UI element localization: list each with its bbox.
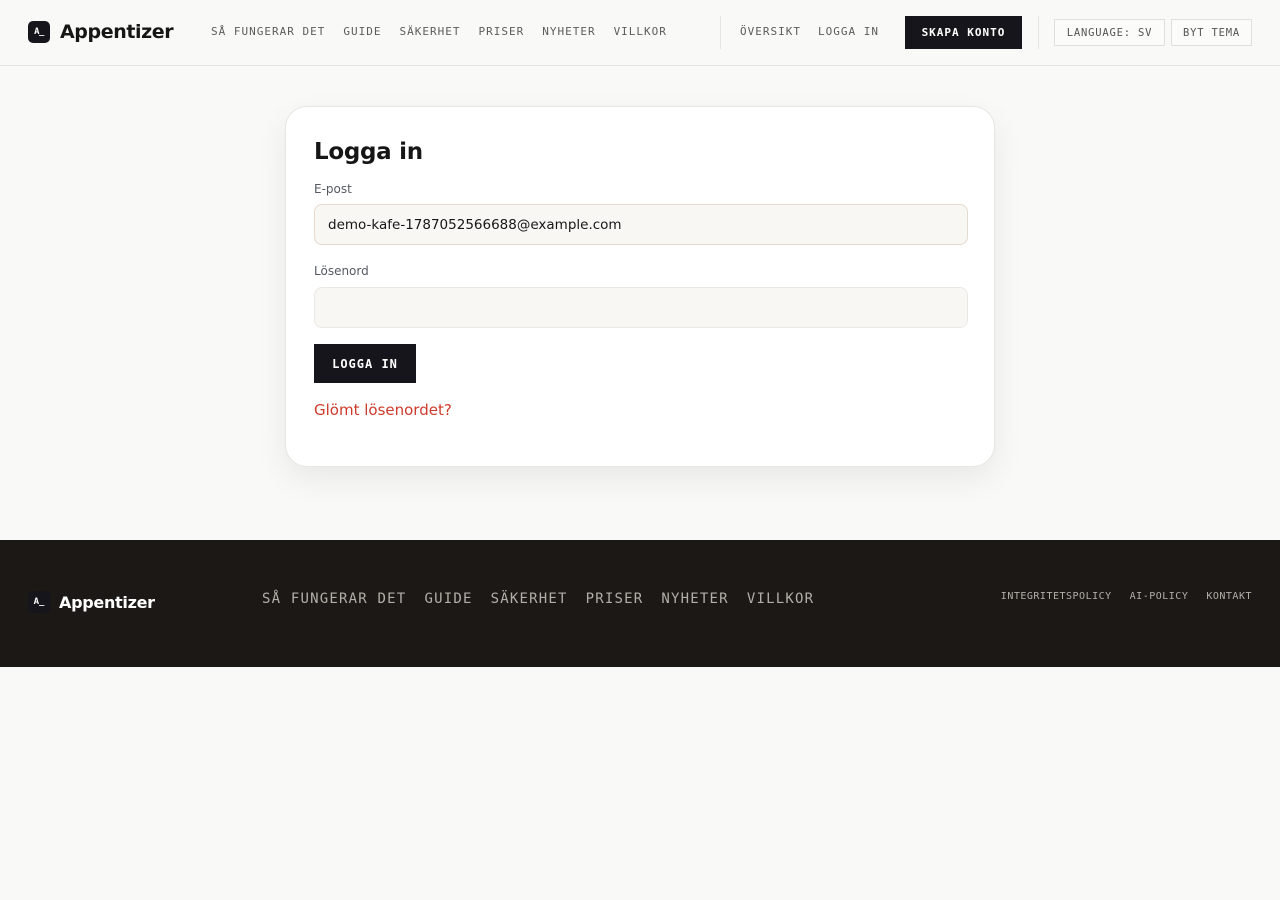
nav-link-pricing[interactable]: PRISER xyxy=(478,24,524,40)
main-nav: SÅ FUNGERAR DET GUIDE SÄKERHET PRISER NY… xyxy=(211,24,667,40)
email-field[interactable] xyxy=(314,204,968,245)
auth-nav: ÖVERSIKT LOGGA IN xyxy=(740,24,879,40)
nav-link-terms[interactable]: VILLKOR xyxy=(614,24,667,40)
nav-link-security[interactable]: SÄKERHET xyxy=(399,24,460,40)
password-label: Lösenord xyxy=(314,264,369,278)
footer-nav: SÅ FUNGERAR DET GUIDE SÄKERHET PRISER NY… xyxy=(262,591,814,607)
login-card: Logga in E-post Lösenord LOGGA IN Glömt … xyxy=(285,106,995,467)
login-submit-button[interactable]: LOGGA IN xyxy=(314,344,416,383)
forgot-password-link[interactable]: Glömt lösenordet? xyxy=(314,401,452,419)
footer-link-privacy-policy[interactable]: INTEGRITETSPOLICY xyxy=(1001,591,1112,602)
nav-link-overview[interactable]: ÖVERSIKT xyxy=(740,24,801,40)
appentizer-logo-icon: A_ xyxy=(28,591,50,613)
site-header: A_ Appentizer SÅ FUNGERAR DET GUIDE SÄKE… xyxy=(0,0,1280,66)
footer-link-pricing[interactable]: PRISER xyxy=(586,591,644,607)
footer-link-security[interactable]: SÄKERHET xyxy=(491,591,568,607)
appentizer-logo-icon: A_ xyxy=(28,21,50,43)
footer-link-ai-policy[interactable]: AI-POLICY xyxy=(1130,591,1189,602)
password-field[interactable] xyxy=(314,287,968,328)
brand-name: Appentizer xyxy=(60,21,174,43)
footer-legal-nav: INTEGRITETSPOLICY AI-POLICY KONTAKT xyxy=(1001,591,1252,602)
footer-link-news[interactable]: NYHETER xyxy=(661,591,728,607)
footer-brand-name: Appentizer xyxy=(59,592,155,612)
footer-link-guide[interactable]: GUIDE xyxy=(424,591,472,607)
create-account-button[interactable]: SKAPA KONTO xyxy=(905,16,1022,49)
nav-link-how-it-works[interactable]: SÅ FUNGERAR DET xyxy=(211,24,325,40)
footer-link-how-it-works[interactable]: SÅ FUNGERAR DET xyxy=(262,591,406,607)
nav-link-login[interactable]: LOGGA IN xyxy=(818,24,879,40)
language-button[interactable]: LANGUAGE: SV xyxy=(1054,19,1165,46)
header-divider xyxy=(720,16,721,49)
footer-link-contact[interactable]: KONTAKT xyxy=(1206,591,1252,602)
theme-toggle-button[interactable]: BYT TEMA xyxy=(1171,19,1252,46)
footer-brand-link[interactable]: A_ Appentizer xyxy=(28,591,155,613)
header-divider xyxy=(1038,16,1039,49)
nav-link-news[interactable]: NYHETER xyxy=(542,24,595,40)
nav-link-guide[interactable]: GUIDE xyxy=(343,24,381,40)
site-footer: A_ Appentizer SÅ FUNGERAR DET GUIDE SÄKE… xyxy=(0,540,1280,667)
footer-link-terms[interactable]: VILLKOR xyxy=(747,591,814,607)
email-label: E-post xyxy=(314,182,352,196)
login-title: Logga in xyxy=(314,139,423,165)
brand-home-link[interactable]: A_ Appentizer xyxy=(28,20,174,44)
